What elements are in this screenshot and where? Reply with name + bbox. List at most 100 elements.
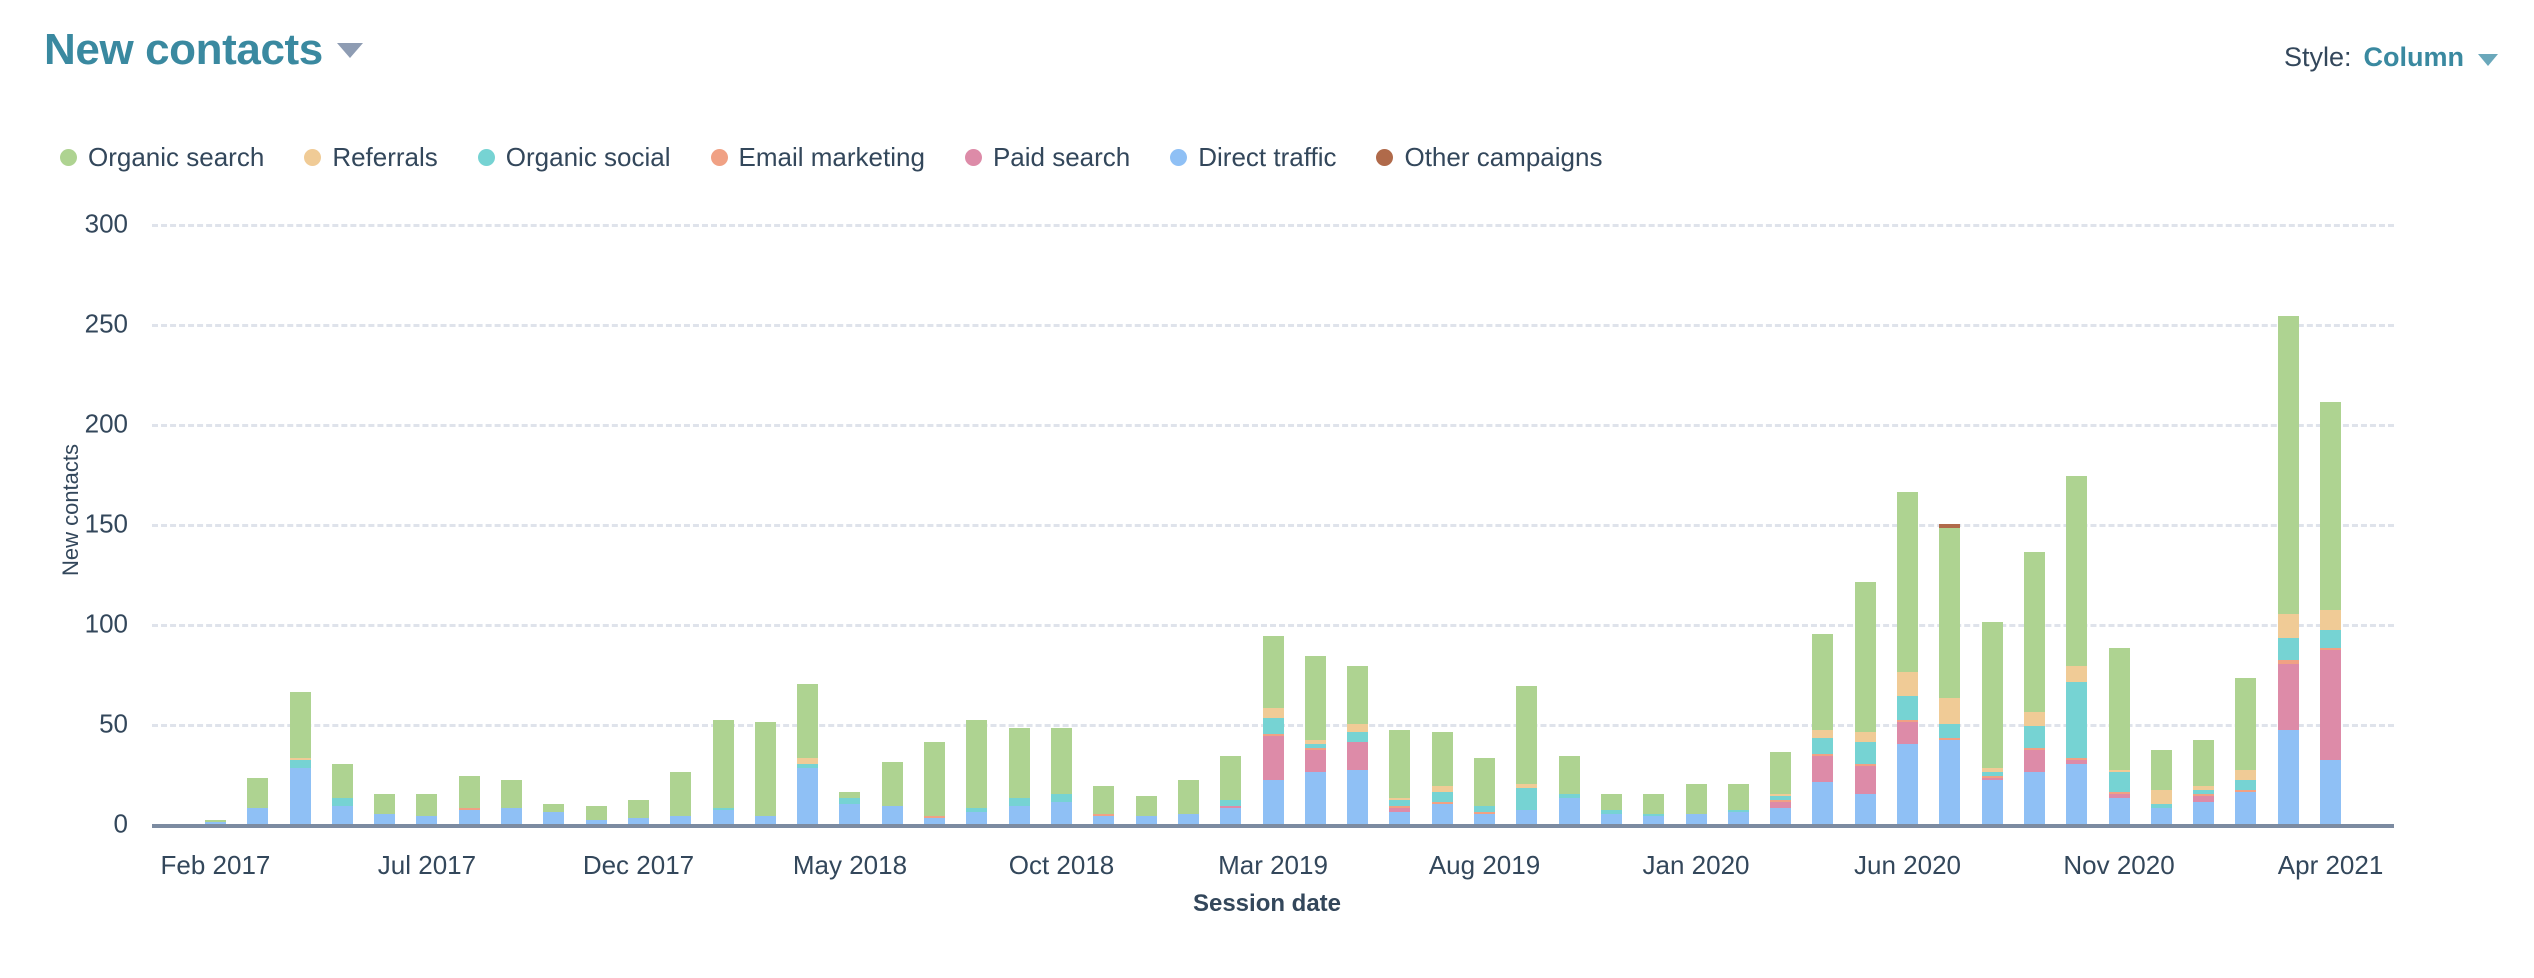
bar-segment[interactable] — [1177, 814, 1199, 824]
bar-segment[interactable] — [2320, 760, 2342, 824]
bar-segment[interactable] — [1643, 816, 1665, 824]
bar-segment[interactable] — [2320, 610, 2342, 630]
bar-column[interactable] — [458, 776, 480, 824]
bar-column[interactable] — [1812, 634, 1834, 824]
bar-segment[interactable] — [331, 798, 353, 806]
chevron-down-icon[interactable] — [2478, 53, 2498, 66]
bar-segment[interactable] — [1008, 728, 1030, 798]
bar-segment[interactable] — [2320, 630, 2342, 648]
bar-segment[interactable] — [2320, 650, 2342, 760]
bar-segment[interactable] — [1897, 492, 1919, 672]
bar-column[interactable] — [966, 720, 988, 824]
bar-segment[interactable] — [1558, 756, 1580, 794]
bar-segment[interactable] — [881, 762, 903, 806]
bar-segment[interactable] — [374, 794, 396, 814]
bar-column[interactable] — [1304, 656, 1326, 824]
legend-item[interactable]: Referrals — [304, 142, 438, 173]
bar-segment[interactable] — [1347, 770, 1369, 824]
bar-column[interactable] — [1897, 492, 1919, 824]
bar-segment[interactable] — [712, 810, 734, 824]
bar-segment[interactable] — [2108, 648, 2130, 770]
bar-segment[interactable] — [1008, 806, 1030, 824]
bar-segment[interactable] — [1431, 804, 1453, 824]
bar-segment[interactable] — [1812, 634, 1834, 730]
bar-column[interactable] — [204, 820, 226, 824]
bar-segment[interactable] — [2277, 730, 2299, 824]
bar-segment[interactable] — [712, 720, 734, 808]
legend-item[interactable]: Organic social — [477, 142, 671, 173]
bar-segment[interactable] — [1135, 796, 1157, 816]
bar-segment[interactable] — [1050, 794, 1072, 802]
bar-segment[interactable] — [1981, 780, 2003, 824]
bar-column[interactable] — [1008, 728, 1030, 824]
bar-segment[interactable] — [2150, 750, 2172, 790]
bar-segment[interactable] — [1897, 722, 1919, 744]
bar-segment[interactable] — [2193, 802, 2215, 824]
bar-segment[interactable] — [1008, 798, 1030, 806]
bar-segment[interactable] — [670, 772, 692, 816]
bar-segment[interactable] — [1177, 780, 1199, 814]
bar-segment[interactable] — [1981, 622, 2003, 768]
legend-item[interactable]: Paid search — [964, 142, 1130, 173]
bar-segment[interactable] — [331, 764, 353, 798]
bar-column[interactable] — [712, 720, 734, 824]
bar-segment[interactable] — [2023, 750, 2045, 772]
bar-column[interactable] — [2150, 750, 2172, 824]
bar-column[interactable] — [289, 692, 311, 824]
bar-segment[interactable] — [1770, 808, 1792, 824]
bar-segment[interactable] — [1431, 792, 1453, 802]
bar-segment[interactable] — [416, 794, 438, 816]
bar-segment[interactable] — [2235, 770, 2257, 780]
bar-segment[interactable] — [501, 780, 523, 808]
legend-item[interactable]: Email marketing — [710, 142, 925, 173]
bar-segment[interactable] — [1854, 794, 1876, 824]
bar-segment[interactable] — [543, 804, 565, 812]
bar-segment[interactable] — [966, 812, 988, 824]
bar-segment[interactable] — [1347, 732, 1369, 742]
bar-segment[interactable] — [2320, 402, 2342, 610]
bar-segment[interactable] — [627, 818, 649, 824]
bar-segment[interactable] — [1600, 794, 1622, 810]
bar-segment[interactable] — [1516, 810, 1538, 824]
bar-segment[interactable] — [1897, 696, 1919, 720]
bar-segment[interactable] — [2066, 682, 2088, 758]
bar-segment[interactable] — [670, 816, 692, 824]
bar-segment[interactable] — [1050, 728, 1072, 794]
bar-column[interactable] — [1981, 622, 2003, 824]
bar-segment[interactable] — [754, 722, 776, 816]
bar-column[interactable] — [2277, 316, 2299, 824]
bar-segment[interactable] — [1854, 766, 1876, 794]
bar-segment[interactable] — [289, 760, 311, 768]
bar-column[interactable] — [1939, 524, 1961, 824]
bar-column[interactable] — [924, 742, 946, 824]
bar-segment[interactable] — [627, 800, 649, 818]
bar-segment[interactable] — [1854, 732, 1876, 742]
bar-segment[interactable] — [1262, 636, 1284, 708]
bar-segment[interactable] — [1854, 742, 1876, 764]
bar-segment[interactable] — [839, 804, 861, 824]
bar-segment[interactable] — [2235, 780, 2257, 790]
bar-segment[interactable] — [289, 768, 311, 824]
bar-segment[interactable] — [1897, 672, 1919, 696]
bar-column[interactable] — [1558, 756, 1580, 824]
bar-segment[interactable] — [1600, 814, 1622, 824]
bar-segment[interactable] — [881, 806, 903, 824]
style-value[interactable]: Column — [2364, 42, 2465, 73]
bar-segment[interactable] — [585, 806, 607, 820]
bar-segment[interactable] — [458, 810, 480, 824]
bar-segment[interactable] — [1262, 718, 1284, 734]
bar-column[interactable] — [1135, 796, 1157, 824]
bar-segment[interactable] — [797, 684, 819, 758]
bar-column[interactable] — [585, 806, 607, 824]
bar-segment[interactable] — [2023, 772, 2045, 824]
bar-segment[interactable] — [2023, 712, 2045, 726]
bar-column[interactable] — [416, 794, 438, 824]
bar-column[interactable] — [2235, 678, 2257, 824]
bar-segment[interactable] — [2277, 614, 2299, 638]
bar-column[interactable] — [627, 800, 649, 824]
bar-segment[interactable] — [1389, 812, 1411, 824]
bar-segment[interactable] — [2235, 792, 2257, 824]
bar-segment[interactable] — [1897, 744, 1919, 824]
bar-column[interactable] — [1050, 728, 1072, 824]
bar-segment[interactable] — [374, 814, 396, 824]
